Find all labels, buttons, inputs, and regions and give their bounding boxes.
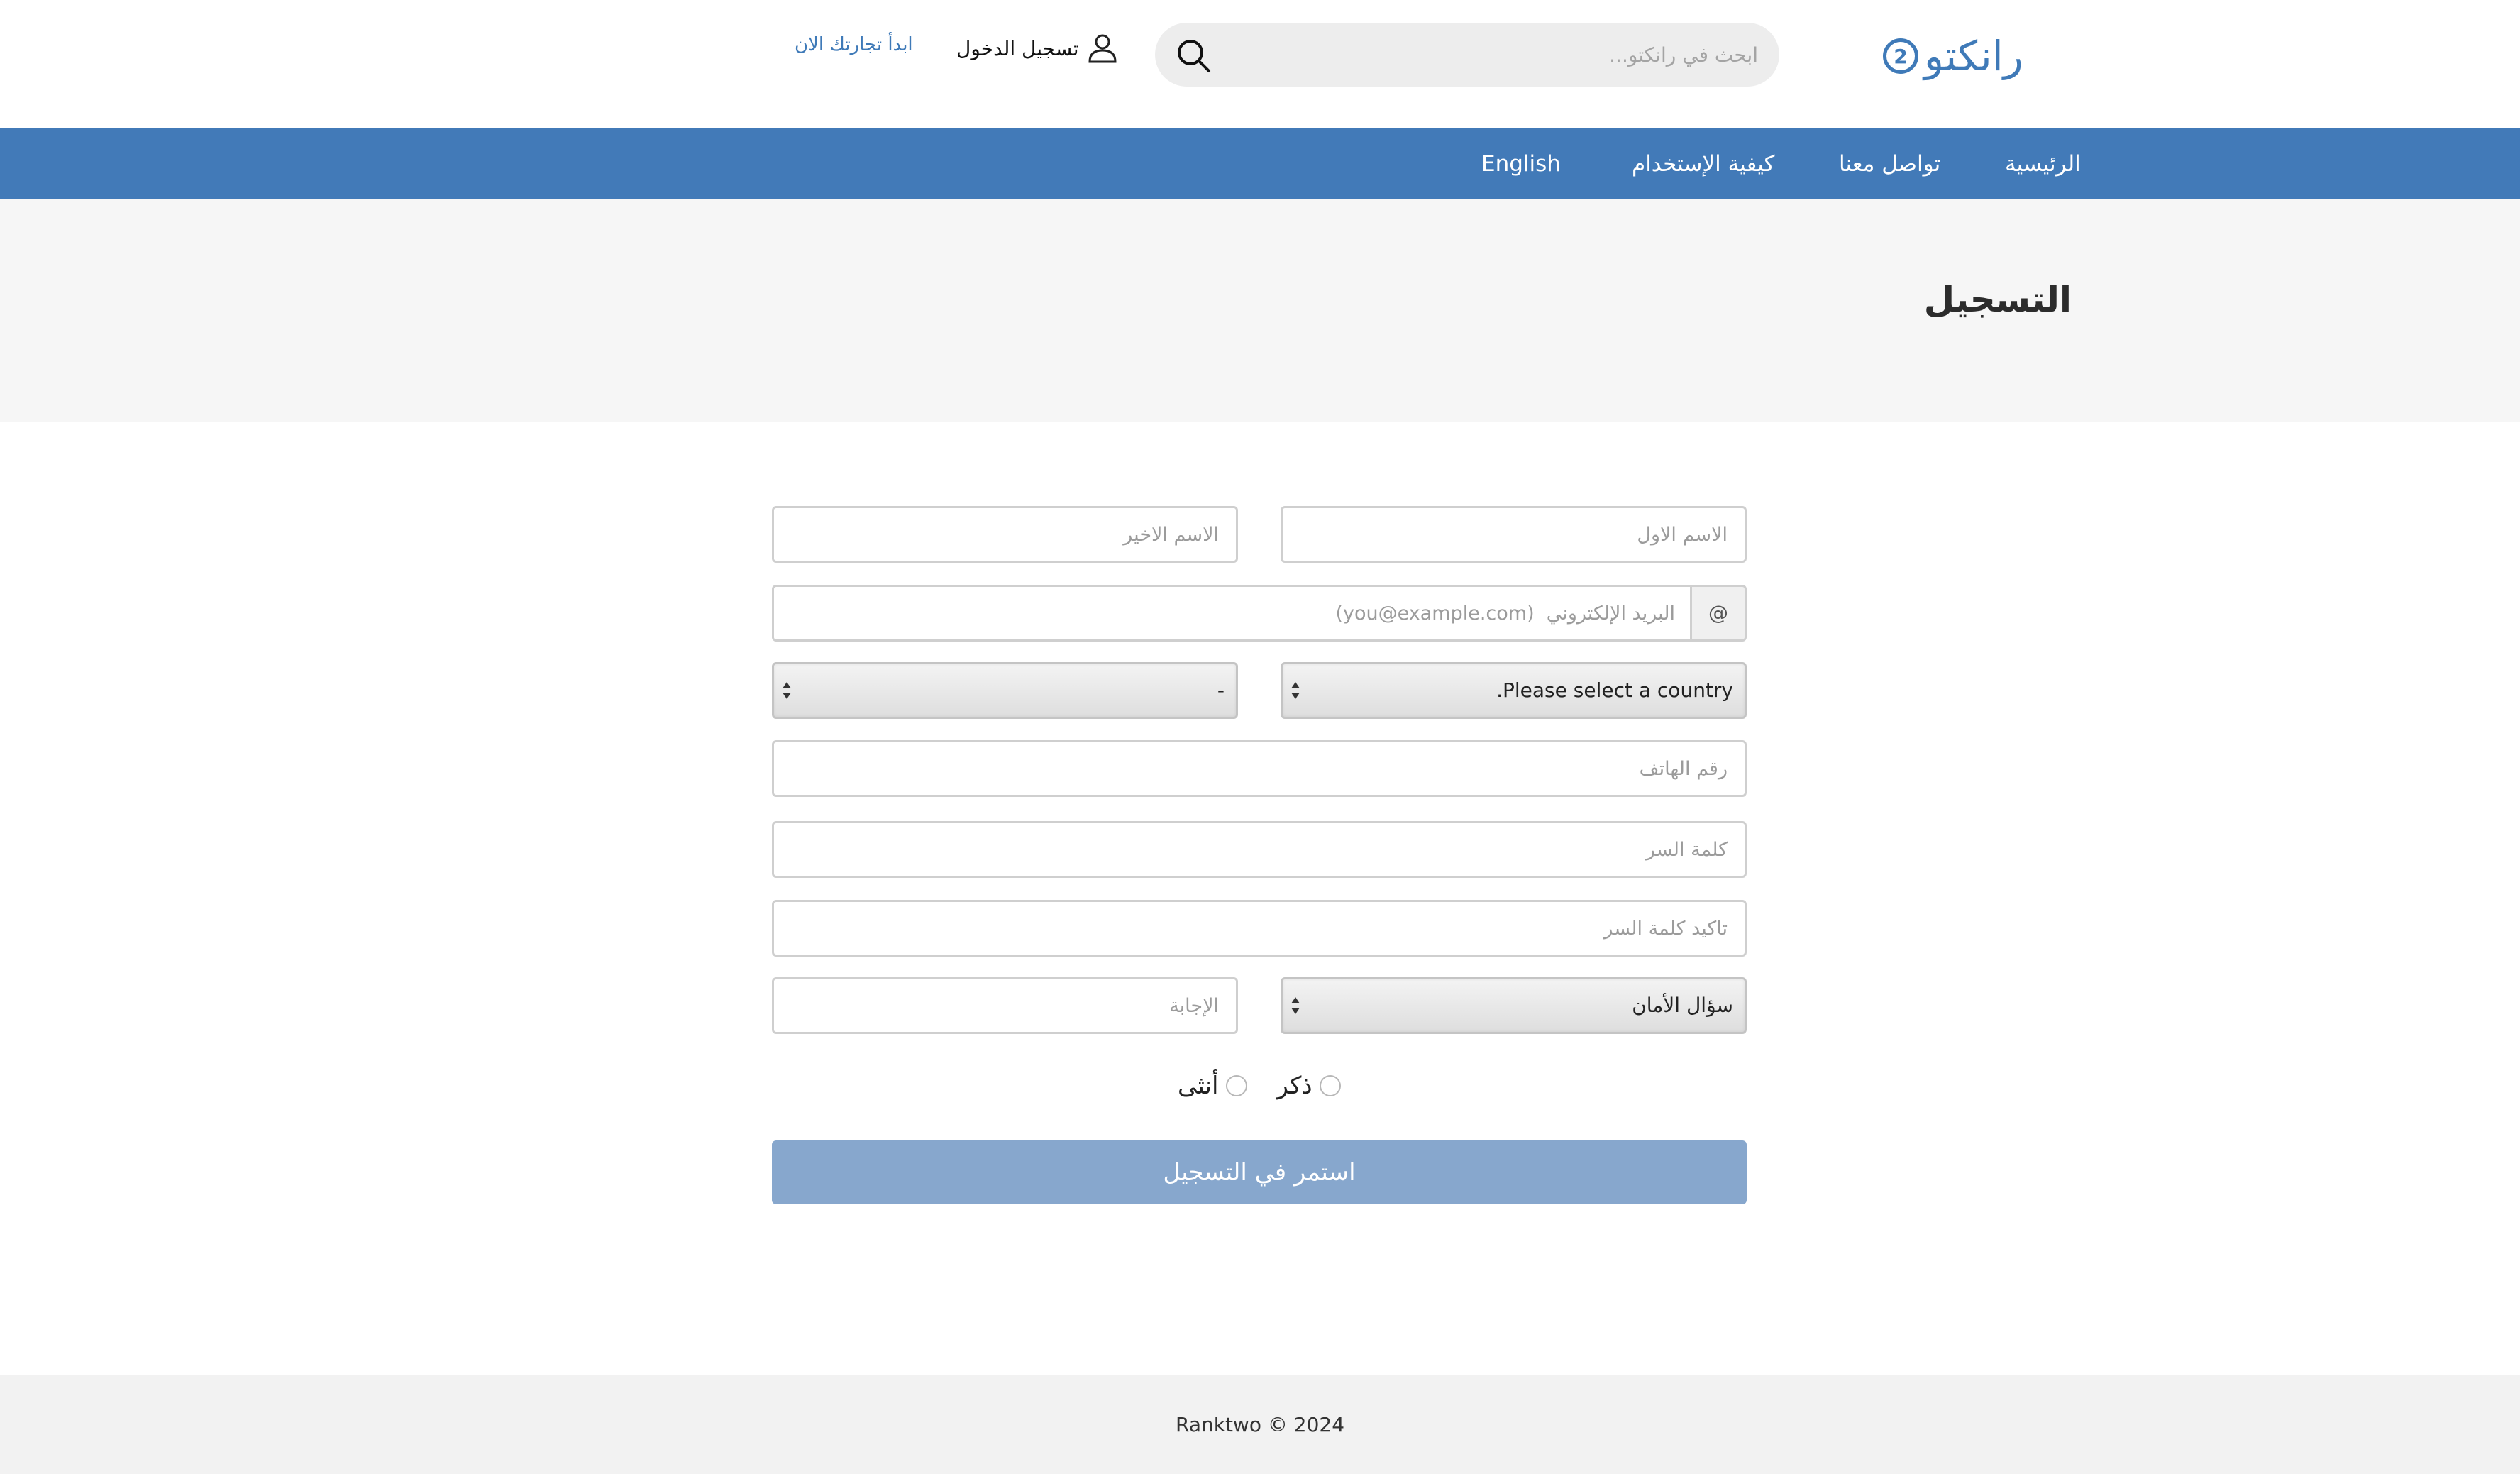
confirm-password-field[interactable] [772, 900, 1747, 957]
search-bar [1155, 23, 1779, 87]
first-name-field[interactable] [1281, 506, 1747, 563]
main-nav: الرئيسية تواصل معنا كيفية الإستخدام Engl… [0, 128, 2520, 199]
select-arrows-icon [1291, 997, 1300, 1014]
gender-male-radio[interactable] [1319, 1075, 1341, 1096]
footer-copyright: Ranktwo © 2024 [1175, 1413, 1345, 1436]
password-field[interactable] [772, 821, 1747, 878]
nav-item-contact[interactable]: تواصل معنا [1839, 128, 1940, 199]
select-arrows-icon [1291, 682, 1300, 699]
nav-item-english[interactable]: English [1481, 128, 1561, 199]
region-select-value: - [1217, 678, 1225, 702]
email-field[interactable] [772, 585, 1692, 642]
country-select[interactable]: Please select a country. [1281, 662, 1747, 719]
start-selling-link[interactable]: ابدأ تجارتك الان [795, 34, 913, 55]
continue-registration-button[interactable]: استمر في التسجيل [772, 1140, 1747, 1204]
page-title: التسجيل [1923, 279, 2072, 320]
country-select-value: Please select a country. [1496, 678, 1733, 702]
title-band: التسجيل [0, 199, 2520, 422]
phone-field[interactable] [772, 740, 1747, 797]
security-question-value: سؤال الأمان [1632, 994, 1733, 1017]
nav-item-home[interactable]: الرئيسية [2005, 128, 2081, 199]
site-footer: Ranktwo © 2024 [0, 1375, 2520, 1474]
site-header: رانكتو 2 تسجيل الدخول ابدأ تجارتك الان [0, 0, 2520, 128]
security-question-select[interactable]: سؤال الأمان [1281, 977, 1747, 1034]
search-input[interactable] [1233, 23, 1758, 87]
gender-female-label[interactable]: أنثى [1178, 1072, 1219, 1100]
gender-male-label[interactable]: ذكر [1277, 1072, 1312, 1100]
login-label: تسجيل الدخول [956, 36, 1079, 60]
last-name-field[interactable] [772, 506, 1238, 563]
user-icon [1088, 34, 1117, 63]
site-logo[interactable]: رانكتو 2 [1883, 26, 2023, 87]
region-select[interactable]: - [772, 662, 1238, 719]
email-at-addon: @ [1690, 585, 1747, 642]
logo-text: رانكتو [1924, 32, 2023, 80]
select-arrows-icon [783, 682, 791, 699]
answer-field[interactable] [772, 977, 1238, 1034]
gender-options: ذكر أنثى [1178, 1066, 1341, 1106]
search-icon[interactable] [1175, 37, 1212, 74]
logo-badge-icon: 2 [1883, 38, 1918, 74]
nav-item-how-to-use[interactable]: كيفية الإستخدام [1632, 128, 1774, 199]
email-group: @ [772, 585, 1747, 642]
login-link[interactable]: تسجيل الدخول [956, 27, 1119, 70]
gender-female-radio[interactable] [1225, 1075, 1247, 1096]
